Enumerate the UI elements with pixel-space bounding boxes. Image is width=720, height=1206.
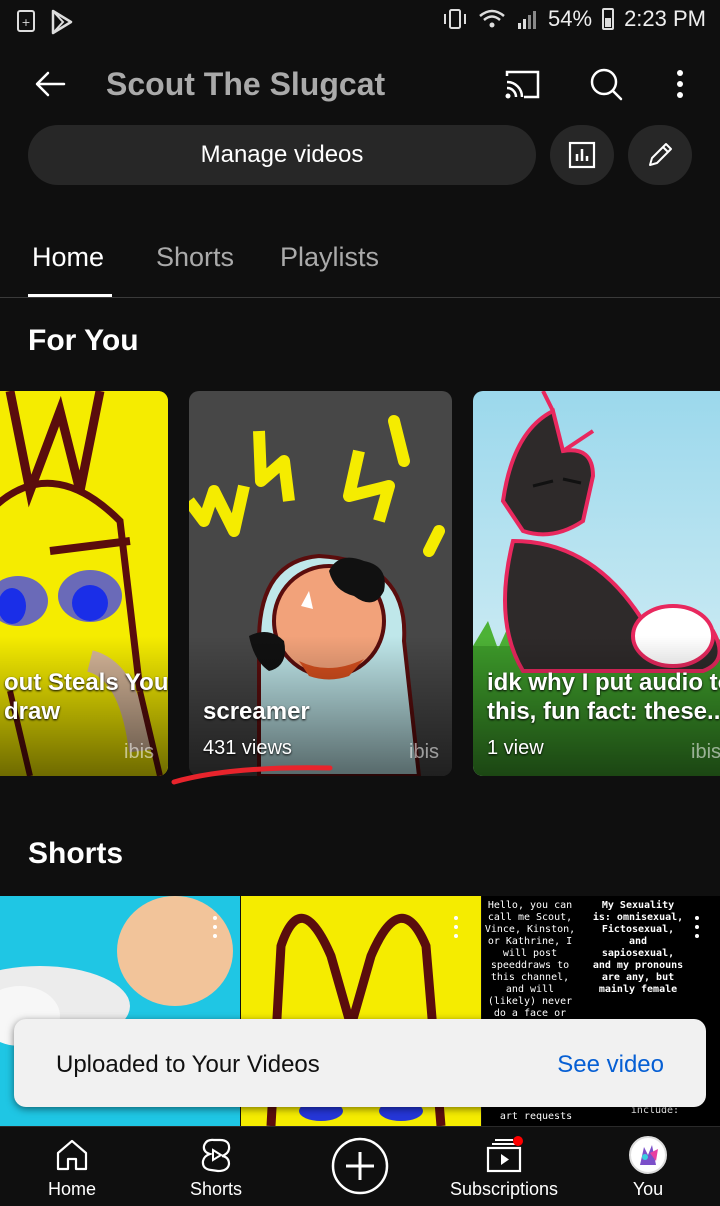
status-bar: + 54% 2:23 PM <box>0 0 720 44</box>
back-arrow-icon[interactable] <box>30 64 70 104</box>
play-store-icon <box>51 9 73 35</box>
signal-icon <box>518 11 537 29</box>
video-title: idk why I put audio to <box>487 669 720 696</box>
create-icon <box>331 1137 389 1195</box>
tab-home[interactable]: Home <box>32 242 104 273</box>
video-card[interactable]: screamer 431 views ibis <box>189 391 452 776</box>
for-you-heading: For You <box>28 324 139 357</box>
video-card[interactable]: out Steals You draw ibis <box>0 391 168 776</box>
nav-create[interactable] <box>288 1127 432 1206</box>
subscriptions-icon <box>486 1136 523 1173</box>
analytics-icon <box>568 141 596 169</box>
tab-playlists[interactable]: Playlists <box>280 242 379 273</box>
battery-percent: 54% <box>548 6 593 31</box>
video-title: screamer <box>203 698 310 725</box>
nav-shorts[interactable]: Shorts <box>144 1127 288 1206</box>
pencil-icon <box>649 143 672 166</box>
cast-icon[interactable] <box>502 64 542 104</box>
watermark: ibis <box>691 741 720 763</box>
channel-title: Scout The Slugcat <box>106 66 386 102</box>
avatar <box>629 1136 667 1174</box>
more-vert-icon[interactable] <box>694 916 700 940</box>
watermark: ibis <box>124 741 155 763</box>
bottom-navigation: Home Shorts Subscriptions You <box>0 1126 720 1206</box>
toast-message: Uploaded to Your Videos <box>56 1051 320 1078</box>
wifi-icon <box>479 9 505 28</box>
shorts-icon <box>201 1138 231 1173</box>
edit-channel-button[interactable] <box>628 125 692 185</box>
thumbnail-text: art requests <box>499 1111 573 1122</box>
more-vert-icon[interactable] <box>660 64 700 104</box>
search-icon[interactable] <box>586 64 626 104</box>
clock: 2:23 PM <box>624 6 706 31</box>
channel-header: Scout The Slugcat <box>0 50 720 120</box>
more-vert-icon[interactable] <box>212 916 218 940</box>
nav-label: Shorts <box>189 1179 243 1199</box>
thumbnail-text: My Sexuality is: omnisexual, Fictosexual… <box>592 900 684 995</box>
manage-videos-button[interactable]: Manage videos <box>28 125 536 185</box>
nav-home[interactable]: Home <box>0 1127 144 1206</box>
battery-icon <box>602 8 615 30</box>
video-title: draw <box>4 698 61 725</box>
more-vert-icon[interactable] <box>453 916 459 940</box>
home-icon <box>56 1139 88 1171</box>
view-count: 431 views <box>203 737 292 759</box>
sim-icon: + <box>17 10 35 32</box>
view-count: 1 view <box>487 737 544 759</box>
analytics-button[interactable] <box>550 125 614 185</box>
active-tab-indicator <box>28 294 112 297</box>
tab-shorts[interactable]: Shorts <box>156 242 234 273</box>
see-video-button[interactable]: See video <box>557 1051 664 1079</box>
red-underline-annotation <box>171 765 333 785</box>
nav-subscriptions[interactable]: Subscriptions <box>432 1127 576 1206</box>
video-card[interactable]: idk why I put audio to this, fun fact: t… <box>473 391 720 776</box>
video-title: this, fun fact: these... <box>487 698 720 725</box>
nav-label: Subscriptions <box>449 1179 559 1199</box>
nav-label: Home <box>47 1179 96 1199</box>
watermark: ibis <box>409 741 440 763</box>
nav-you[interactable]: You <box>576 1127 720 1206</box>
upload-toast: Uploaded to Your Videos See video <box>14 1019 706 1107</box>
nav-label: You <box>632 1179 664 1199</box>
channel-tabs: Home Shorts Playlists <box>0 228 720 298</box>
vibrate-icon <box>444 9 467 29</box>
svg-text:+: + <box>21 16 30 29</box>
shorts-heading: Shorts <box>28 837 124 870</box>
thumbnail-text: Hello, you can call me Scout, Vince, Kin… <box>484 900 576 1031</box>
video-title: out Steals You <box>4 669 168 696</box>
